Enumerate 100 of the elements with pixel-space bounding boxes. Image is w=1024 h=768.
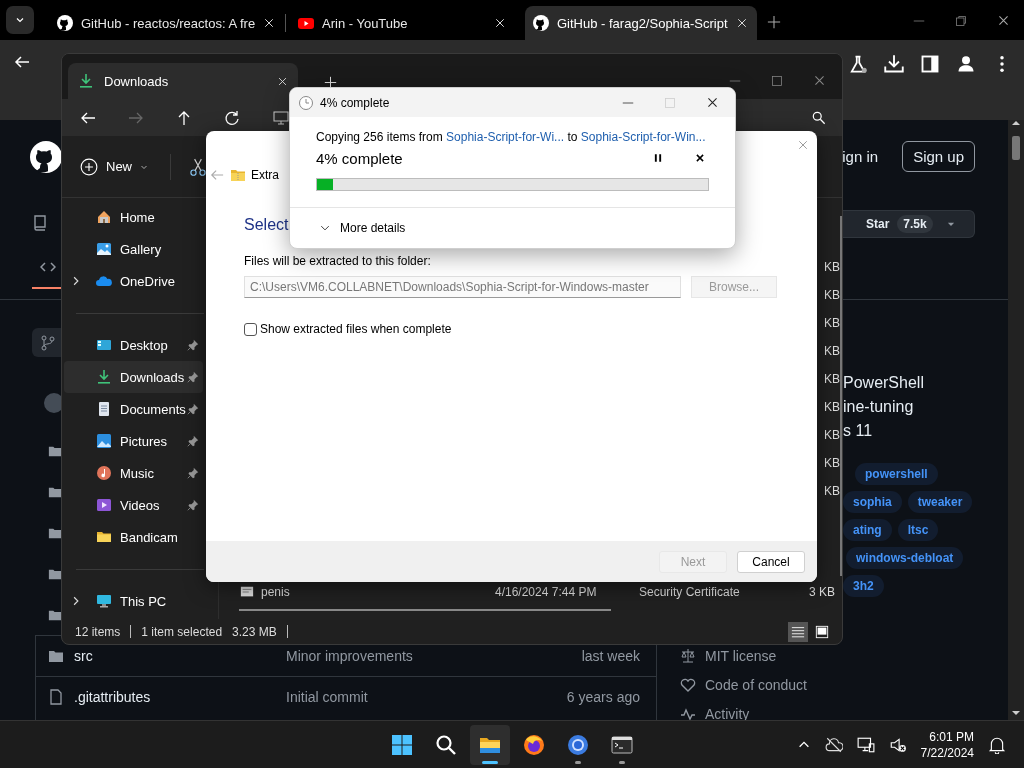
- file-icon: [48, 689, 64, 705]
- list-icon: [791, 624, 805, 639]
- details-view-button[interactable]: [788, 621, 808, 642]
- house-icon: [96, 209, 112, 225]
- more-details-button[interactable]: More details: [320, 221, 406, 235]
- side-panel-icon[interactable]: [920, 54, 940, 74]
- sidebar-item[interactable]: Home: [64, 201, 203, 233]
- back-arrow-icon[interactable]: [14, 54, 30, 70]
- up-arrow-icon[interactable]: [176, 109, 192, 126]
- download-icon[interactable]: [884, 54, 904, 74]
- refresh-icon[interactable]: [224, 109, 240, 126]
- pin-icon: [187, 499, 199, 511]
- sidebar-link[interactable]: Activity: [705, 705, 750, 722]
- sidebar-link[interactable]: MIT license: [705, 647, 777, 664]
- sign-in-link[interactable]: ign in: [842, 148, 879, 165]
- topic-tag[interactable]: windows-debloat: [846, 547, 964, 569]
- pause-icon[interactable]: [653, 153, 663, 163]
- folder-icon: [96, 529, 112, 545]
- sidebar-item[interactable]: Music: [64, 457, 203, 489]
- search-icon: [434, 732, 458, 757]
- scrollbar-thumb[interactable]: [1012, 136, 1020, 160]
- clock-time: 6:01 PM: [929, 728, 974, 745]
- browser-tab[interactable]: GitHub - reactos/reactos: A fre: [49, 6, 281, 40]
- scroll-down-icon[interactable]: [1012, 710, 1020, 716]
- flask-icon[interactable]: [848, 54, 868, 74]
- topic-tag[interactable]: powershell: [855, 463, 938, 485]
- profile-icon[interactable]: [956, 54, 976, 74]
- cancel-icon[interactable]: [695, 153, 705, 163]
- restore-icon[interactable]: [955, 14, 967, 27]
- topic-tag[interactable]: ating: [843, 519, 892, 541]
- sidebar-item[interactable]: Desktop: [64, 329, 203, 361]
- close-icon[interactable]: [277, 75, 288, 87]
- copy-status: Copying 256 items from Sophia-Script-for-Wi... to Sophia-Script-for-Win...: [316, 130, 707, 144]
- star-button[interactable]: Star 7.5k: [843, 210, 975, 238]
- chevron-right-icon[interactable]: [71, 596, 81, 606]
- close-icon[interactable]: [997, 14, 1010, 27]
- folder-icon: [48, 648, 64, 664]
- maximize-icon[interactable]: [771, 74, 783, 87]
- speaker-muted-icon[interactable]: [888, 735, 907, 754]
- bell-icon[interactable]: [988, 735, 1006, 754]
- selection-size: 3.23 MB: [232, 624, 277, 639]
- close-button[interactable]: [797, 139, 809, 151]
- checkbox[interactable]: [244, 322, 257, 336]
- topic-tag[interactable]: tweaker: [907, 491, 973, 513]
- vertical-scrollbar[interactable]: [840, 216, 842, 576]
- chevron-right-icon[interactable]: [71, 276, 81, 286]
- topic-tag[interactable]: sophia: [843, 491, 902, 513]
- search-icon[interactable]: [812, 110, 826, 125]
- heart-icon: [680, 676, 696, 693]
- window-title: Extra: [251, 168, 279, 182]
- desktop-icon: [96, 337, 112, 353]
- close-icon[interactable]: [706, 96, 719, 109]
- file-name-link[interactable]: src: [74, 648, 286, 664]
- sidebar-item[interactable]: Videos: [64, 489, 203, 521]
- image-icon: [96, 433, 112, 449]
- new-button[interactable]: New: [80, 157, 148, 176]
- close-icon[interactable]: [263, 17, 276, 29]
- cat-logo-icon: [533, 15, 549, 31]
- sidebar-item[interactable]: OneDrive: [64, 265, 203, 297]
- computer-icon: [96, 593, 112, 609]
- file-size: KB: [824, 456, 840, 470]
- sidebar-item[interactable]: Downloads: [64, 361, 203, 393]
- play-logo-icon: [298, 15, 314, 31]
- cancel-button[interactable]: Cancel: [737, 550, 805, 573]
- sidebar-link[interactable]: Code of conduct: [705, 676, 807, 693]
- start-icon: [390, 732, 414, 757]
- scissors-icon[interactable]: [189, 157, 207, 176]
- browser-tab[interactable]: GitHub - farag2/Sophia-Script: [525, 6, 757, 40]
- chevron-down-icon: [320, 223, 330, 233]
- browser-tab[interactable]: Arin - YouTube: [290, 6, 516, 40]
- dialog-heading: Select: [244, 215, 289, 235]
- cloud-off-icon[interactable]: [824, 735, 843, 754]
- folder-label: Files will be extracted to this folder:: [244, 254, 431, 268]
- horizontal-scrollbar[interactable]: [239, 609, 611, 611]
- target-link[interactable]: Sophia-Script-for-Win...: [580, 130, 706, 144]
- sidebar-item[interactable]: Pictures: [64, 425, 203, 457]
- repo-icon: [32, 215, 48, 231]
- topic-tag[interactable]: ltsc: [897, 519, 939, 541]
- sidebar-item[interactable]: This PC: [64, 585, 203, 617]
- taskbar-app[interactable]: [470, 724, 510, 765]
- close-icon: [797, 139, 809, 151]
- explorer-tab[interactable]: Downloads: [68, 63, 298, 99]
- sign-up-button[interactable]: Sign up: [902, 141, 975, 172]
- sidebar-item[interactable]: Gallery: [64, 233, 203, 265]
- topic-tag[interactable]: 3h2: [843, 575, 884, 597]
- sidebar-item[interactable]: Documents: [64, 393, 203, 425]
- destination-field[interactable]: C:\Users\VM6.COLLABNET\Downloads\Sophia-Script-for-Windows-master: [244, 276, 681, 298]
- close-icon[interactable]: [735, 17, 748, 29]
- commit-time: last week: [581, 648, 640, 664]
- clock[interactable]: 6:01 PM 7/22/2024: [920, 728, 974, 761]
- source-link[interactable]: Sophia-Script-for-Wi...: [446, 130, 565, 144]
- network-icon[interactable]: [856, 735, 875, 754]
- zip-folder-icon: [230, 167, 246, 183]
- commit-message-link[interactable]: Minor improvements: [286, 648, 582, 664]
- commit-message-link[interactable]: Initial commit: [286, 689, 567, 705]
- description-text: s 11: [843, 421, 874, 441]
- fox-globe-icon: [522, 732, 546, 757]
- file-size: 3 KB: [809, 585, 835, 599]
- sidebar-item[interactable]: Bandicam: [64, 521, 203, 553]
- file-name-link[interactable]: .gitattributes: [74, 689, 286, 705]
